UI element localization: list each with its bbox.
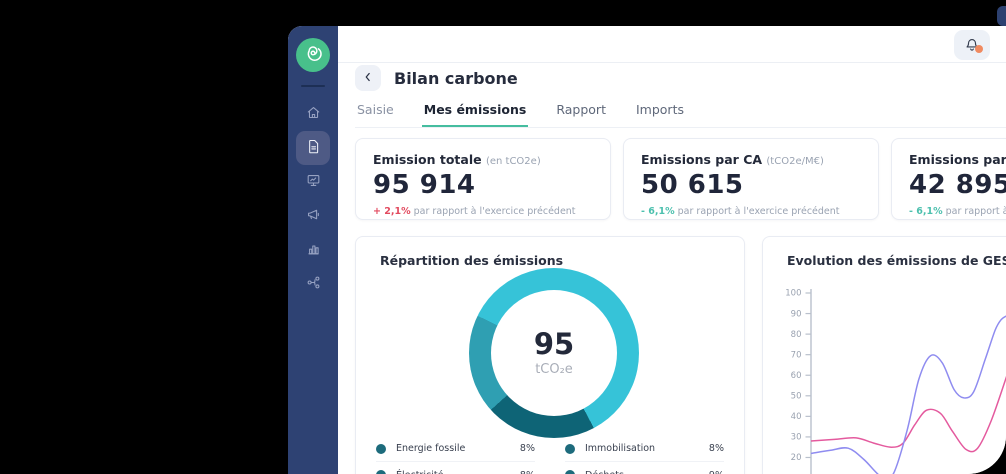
- donut-center-value: 95: [534, 329, 574, 359]
- title-row: Bilan carbone: [355, 65, 1006, 91]
- donut-chart-title: Répartition des émissions: [380, 253, 563, 268]
- sidebar-item-documents[interactable]: [296, 131, 330, 165]
- stat-value: 42 895: [909, 170, 1006, 200]
- delta-badge: - 6,1%: [909, 206, 943, 217]
- svg-text:40: 40: [791, 412, 802, 422]
- sidebar: [288, 26, 338, 474]
- donut-chart: 95 tCO₂e: [469, 268, 639, 438]
- legend-dot-icon: [376, 470, 386, 474]
- app-logo: [296, 38, 330, 72]
- svg-text:90: 90: [791, 309, 802, 319]
- topbar: [338, 26, 1006, 63]
- legend-dot-icon: [565, 444, 575, 454]
- svg-text:50: 50: [791, 392, 802, 402]
- notifications-button[interactable]: [954, 30, 990, 60]
- stat-title: Emission totale (en tCO2e): [373, 152, 593, 167]
- tab-saisie[interactable]: Saisie: [355, 99, 396, 127]
- legend-dot-icon: [565, 470, 575, 474]
- donut-chart-card: Répartition des émissions 95 tCO₂e Energ…: [355, 236, 745, 474]
- delta-badge: - 6,1%: [641, 206, 675, 217]
- content-area: Bilan carbone Saisie Mes émissions Rappo…: [338, 26, 1006, 474]
- stat-card-emissions-par-etp: Emissions par ETP (tCO2e/ETP) 42 895 - 6…: [891, 138, 1006, 220]
- svg-text:100: 100: [785, 289, 801, 299]
- legend-item-electricite: Électricité 8%: [376, 462, 535, 474]
- legend-dot-icon: [376, 444, 386, 454]
- stat-value: 95 914: [373, 170, 593, 200]
- page-title: Bilan carbone: [394, 69, 518, 88]
- donut-center-unit: tCO₂e: [535, 362, 573, 377]
- svg-text:70: 70: [791, 350, 802, 360]
- stat-cards-row: Emission totale (en tCO2e) 95 914 + 2,1%…: [355, 138, 1006, 220]
- partial-panel-corner: [997, 6, 1006, 26]
- stat-unit: (en tCO2e): [486, 156, 541, 167]
- legend-item-immobilisation: Immobilisation 8%: [565, 436, 724, 462]
- line-chart-card: Evolution des émissions de GES 100908070…: [762, 236, 1006, 474]
- tab-mes-emissions[interactable]: Mes émissions: [422, 99, 529, 127]
- legend-item-energie-fossile: Energie fossile 8%: [376, 436, 535, 462]
- tab-imports[interactable]: Imports: [634, 99, 686, 127]
- sidebar-nav: [296, 97, 330, 301]
- spiral-logo-icon: [302, 42, 324, 68]
- stat-delta: - 6,1% par rapport à l'exercice précéden…: [909, 206, 1006, 217]
- sidebar-item-presentation[interactable]: [296, 165, 330, 199]
- sidebar-item-announcements[interactable]: [296, 199, 330, 233]
- stat-title: Emissions par ETP (tCO2e/ETP): [909, 152, 1006, 167]
- stat-title: Emissions par CA (tCO2e/M€): [641, 152, 861, 167]
- main: Bilan carbone Saisie Mes émissions Rappo…: [338, 65, 1006, 474]
- stat-card-emissions-par-ca: Emissions par CA (tCO2e/M€) 50 615 - 6,1…: [623, 138, 879, 220]
- monitor-icon: [305, 172, 322, 193]
- svg-text:60: 60: [791, 371, 802, 381]
- sidebar-item-analytics[interactable]: [296, 233, 330, 267]
- sidebar-divider: [301, 85, 325, 87]
- bar-chart-icon: [305, 240, 322, 261]
- notification-dot: [975, 45, 983, 53]
- legend-item-dechets: Déchets 9%: [565, 462, 724, 474]
- sidebar-item-organization[interactable]: [296, 267, 330, 301]
- svg-text:80: 80: [791, 330, 802, 340]
- bell-icon: [963, 36, 981, 54]
- donut-legend: Energie fossile 8% Immobilisation 8% Éle…: [356, 436, 744, 474]
- stat-delta: + 2,1% par rapport à l'exercice précéden…: [373, 206, 593, 217]
- back-button[interactable]: [355, 65, 381, 91]
- stat-card-emission-totale: Emission totale (en tCO2e) 95 914 + 2,1%…: [355, 138, 611, 220]
- app-window: Bilan carbone Saisie Mes émissions Rappo…: [288, 26, 1006, 474]
- stat-delta: - 6,1% par rapport à l'exercice précéden…: [641, 206, 861, 217]
- stat-value: 50 615: [641, 170, 861, 200]
- hierarchy-icon: [305, 274, 322, 295]
- charts-row: Répartition des émissions 95 tCO₂e Energ…: [355, 236, 1006, 474]
- svg-text:20: 20: [791, 453, 802, 463]
- svg-text:30: 30: [791, 433, 802, 443]
- megaphone-icon: [305, 206, 322, 227]
- tab-rapport[interactable]: Rapport: [554, 99, 608, 127]
- donut-center: 95 tCO₂e: [491, 290, 617, 416]
- line-chart: 100908070605040302010: [763, 237, 1006, 474]
- sidebar-item-home[interactable]: [296, 97, 330, 131]
- delta-badge: + 2,1%: [373, 206, 411, 217]
- tab-bar: Saisie Mes émissions Rapport Imports: [355, 99, 1006, 128]
- home-icon: [305, 104, 322, 125]
- file-text-icon: [305, 138, 322, 159]
- stat-unit: (tCO2e/M€): [766, 156, 823, 167]
- chevron-left-icon: [361, 69, 375, 88]
